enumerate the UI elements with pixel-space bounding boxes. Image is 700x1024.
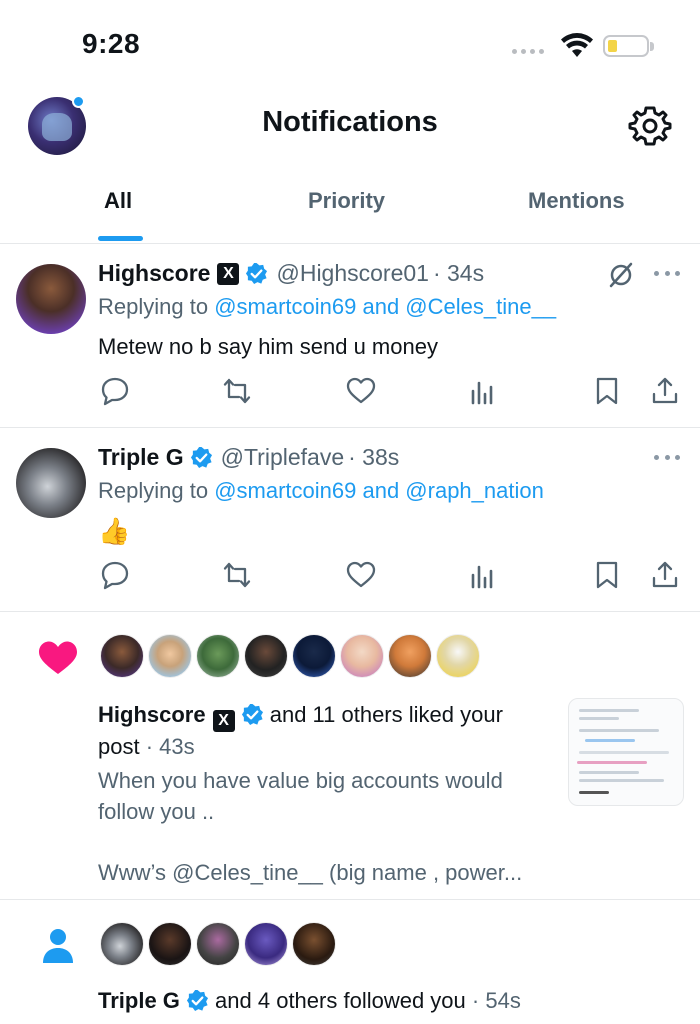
reply-tweet[interactable]: Triple G @Triplefave · 38s Replying to @… — [0, 428, 700, 612]
views-icon[interactable] — [468, 560, 498, 590]
liker-name[interactable]: Highscore — [98, 702, 206, 727]
person-icon — [43, 929, 73, 963]
replying-to: Replying to @smartcoin69 and @Celes_tine… — [98, 294, 556, 320]
like-summary: Highscore X and 11 others liked your post… — [98, 700, 548, 762]
avatar[interactable] — [100, 922, 144, 966]
avatar[interactable] — [16, 264, 86, 334]
follow-time: · 54s — [471, 988, 521, 1013]
follower-name[interactable]: Triple G — [98, 988, 180, 1013]
affiliate-badge: X — [217, 262, 240, 285]
avatar[interactable] — [148, 922, 192, 966]
page-title: Notifications — [262, 106, 438, 138]
follow-text: and 4 others followed you — [215, 988, 466, 1013]
tab-bar: All Priority Mentions — [0, 170, 700, 244]
tab-all[interactable]: All — [104, 188, 132, 214]
avatar[interactable] — [100, 634, 144, 678]
author-handle[interactable]: @Triplefave — [221, 444, 344, 471]
verified-badge-icon — [190, 446, 212, 469]
avatar[interactable] — [196, 922, 240, 966]
more-icon[interactable] — [654, 271, 680, 279]
reply-to-links[interactable]: @smartcoin69 and @raph_nation — [214, 478, 544, 503]
retweet-icon[interactable] — [222, 560, 252, 590]
reply-to-links[interactable]: @smartcoin69 and @Celes_tine__ — [214, 294, 556, 319]
hide-icon[interactable] — [606, 260, 636, 290]
preview-line: Www’s @Celes_tine__ (big name , power... — [98, 860, 523, 885]
reply-icon[interactable] — [100, 560, 130, 590]
like-icon[interactable] — [346, 560, 376, 590]
preview-line: When you have value big accounts would — [98, 768, 503, 793]
replying-to: Replying to @smartcoin69 and @raph_natio… — [98, 478, 544, 504]
preview-line: follow you .. — [98, 799, 215, 824]
tweet-time: · 38s — [348, 444, 400, 470]
verified-badge-icon — [241, 703, 263, 726]
like-text: and 11 others liked your — [269, 702, 503, 727]
avatar[interactable] — [436, 634, 480, 678]
avatar[interactable] — [292, 634, 336, 678]
reply-tweet[interactable]: Highscore X @Highscore01 · 34s Replying … — [0, 244, 700, 428]
follower-avatars — [100, 922, 340, 966]
battery-tip — [650, 42, 654, 51]
reply-prefix: Replying to — [98, 294, 209, 319]
liker-avatars — [100, 634, 484, 678]
avatar[interactable] — [244, 634, 288, 678]
verified-badge-icon — [186, 989, 208, 1012]
battery-icon — [603, 35, 649, 57]
tab-mentions[interactable]: Mentions — [528, 188, 625, 214]
like-notification[interactable]: Highscore X and 11 others liked your post… — [0, 612, 700, 900]
reply-icon[interactable] — [100, 376, 130, 406]
verified-badge-icon — [246, 262, 268, 285]
tweet-actions — [98, 376, 686, 412]
tab-priority[interactable]: Priority — [308, 188, 385, 214]
share-icon[interactable] — [650, 560, 680, 590]
tweet-text: Metew no b say him send u money — [98, 334, 438, 359]
share-icon[interactable] — [650, 376, 680, 406]
status-bar: 9:28 — [0, 0, 700, 90]
tweet-actions — [98, 560, 686, 596]
avatar[interactable] — [196, 634, 240, 678]
bookmark-icon[interactable] — [592, 560, 622, 590]
author-name[interactable]: Highscore — [98, 260, 210, 287]
avatar[interactable] — [340, 634, 384, 678]
heart-icon — [39, 641, 77, 674]
like-text-post: post — [98, 734, 140, 759]
avatar[interactable] — [244, 922, 288, 966]
wifi-icon — [561, 33, 593, 57]
more-icon[interactable] — [654, 455, 680, 463]
views-icon[interactable] — [468, 376, 498, 406]
tweet-time: · 34s — [432, 260, 485, 286]
avatar[interactable] — [16, 448, 86, 518]
avatar[interactable] — [148, 634, 192, 678]
follow-summary: Triple G and 4 others followed you · 54s — [98, 986, 521, 1016]
post-thumbnail[interactable] — [568, 698, 684, 806]
tab-indicator — [98, 236, 143, 241]
bookmark-icon[interactable] — [592, 376, 622, 406]
like-icon[interactable] — [346, 376, 376, 406]
gear-icon[interactable] — [628, 104, 672, 148]
author-name[interactable]: Triple G — [98, 444, 184, 471]
retweet-icon[interactable] — [222, 376, 252, 406]
signal-icon — [512, 49, 544, 54]
status-time: 9:28 — [82, 28, 141, 59]
tweet-text: 👍 — [98, 516, 131, 546]
post-preview: When you have value big accounts would f… — [98, 765, 548, 888]
follow-notification[interactable]: Triple G and 4 others followed you · 54s — [0, 900, 700, 1024]
header: Notifications — [0, 90, 700, 160]
author-handle[interactable]: @Highscore01 — [276, 260, 428, 287]
avatar[interactable] — [388, 634, 432, 678]
avatar[interactable] — [292, 922, 336, 966]
affiliate-badge: X — [212, 710, 235, 732]
like-time: · 43s — [145, 734, 195, 759]
reply-prefix: Replying to — [98, 478, 209, 503]
